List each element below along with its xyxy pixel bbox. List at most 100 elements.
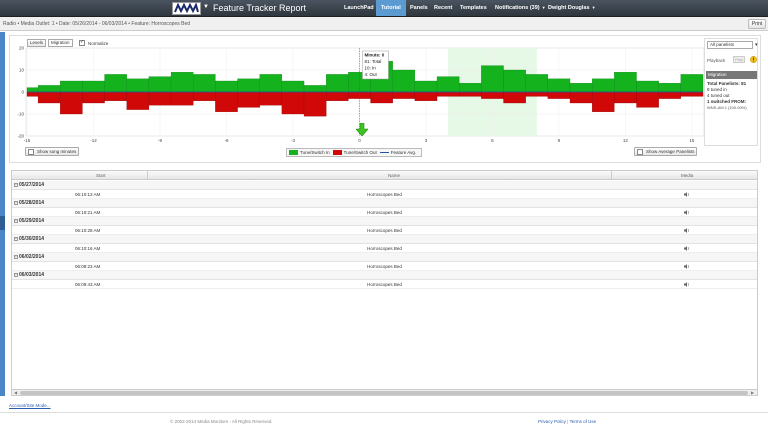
date-group-row[interactable]: −06/02/2014 xyxy=(12,253,757,262)
nav-item-notifications-39[interactable]: Notifications (39) ▼ xyxy=(490,0,551,16)
tune-out-bar[interactable] xyxy=(481,91,504,99)
tune-out-bar[interactable] xyxy=(148,91,172,106)
tune-in-bar[interactable] xyxy=(326,74,349,93)
tune-in-bar[interactable] xyxy=(37,85,61,93)
tune-in-bar[interactable] xyxy=(104,74,127,93)
tune-out-bar[interactable] xyxy=(281,91,305,115)
tune-in-bar[interactable] xyxy=(547,78,571,93)
speaker-icon[interactable] xyxy=(684,192,690,197)
collapse-toggle-icon[interactable]: − xyxy=(14,255,18,259)
date-group-row[interactable]: −06/03/2014 xyxy=(12,271,757,280)
tune-in-bar[interactable] xyxy=(237,78,260,93)
tune-out-bar[interactable] xyxy=(436,91,460,97)
tune-out-bar[interactable] xyxy=(547,91,571,99)
tune-in-bar[interactable] xyxy=(680,74,704,93)
tune-out-bar[interactable] xyxy=(370,91,393,104)
table-row[interactable]: Horroscopes Bed 06:08:23 AM xyxy=(12,262,757,271)
tune-in-bar[interactable] xyxy=(503,69,526,93)
tune-in-bar[interactable] xyxy=(592,78,615,93)
column-header-name[interactable]: Name xyxy=(388,173,400,178)
column-header-media[interactable]: Media xyxy=(681,173,693,178)
terms-of-use-link[interactable]: Terms of Use xyxy=(570,419,597,424)
date-group-row[interactable]: −05/29/2014 xyxy=(12,217,757,226)
tune-out-bar[interactable] xyxy=(348,91,371,99)
show-song-minutes-button[interactable]: Show song minutes xyxy=(25,147,80,156)
tune-out-bar[interactable] xyxy=(569,91,593,104)
select-caret-icon[interactable]: ▾ xyxy=(755,42,758,48)
show-average-panelists-button[interactable]: Show Average Panelists xyxy=(634,147,698,156)
play-button[interactable]: Play xyxy=(733,56,745,63)
speaker-icon[interactable] xyxy=(684,282,690,287)
tune-out-bar[interactable] xyxy=(392,91,416,99)
tune-out-bar[interactable] xyxy=(104,91,127,101)
date-group-row[interactable]: −05/27/2014 xyxy=(12,181,757,190)
tune-in-bar[interactable] xyxy=(170,72,194,93)
tune-in-bar[interactable] xyxy=(148,76,172,93)
tune-out-bar[interactable] xyxy=(170,91,194,106)
table-row[interactable]: Horroscopes Bed 06:10:28 AM xyxy=(12,226,757,235)
scroll-left-arrow-icon[interactable]: ◀ xyxy=(14,390,17,396)
tune-in-bar[interactable] xyxy=(215,80,238,93)
collapse-toggle-icon[interactable]: − xyxy=(14,237,18,241)
tune-in-bar[interactable] xyxy=(525,74,549,93)
collapse-toggle-icon[interactable]: − xyxy=(14,201,18,205)
tune-in-bar[interactable] xyxy=(281,80,305,93)
tune-out-bar[interactable] xyxy=(326,91,349,101)
date-group-row[interactable]: −05/28/2014 xyxy=(12,199,757,208)
nav-item-dwight-douglas[interactable]: Dwight Douglas ▼ xyxy=(543,0,601,16)
tune-out-bar[interactable] xyxy=(37,91,61,104)
tune-out-bar[interactable] xyxy=(26,91,39,97)
collapse-toggle-icon[interactable]: − xyxy=(14,273,18,277)
table-row[interactable]: Horroscopes Bed 06:10:13 AM xyxy=(12,190,757,199)
tune-out-bar[interactable] xyxy=(680,91,704,97)
collapse-toggle-icon[interactable]: − xyxy=(14,183,18,187)
tune-out-bar[interactable] xyxy=(82,91,105,104)
horizontal-scrollbar[interactable]: ◀ ▶ xyxy=(12,389,757,395)
tune-out-bar[interactable] xyxy=(658,91,681,99)
print-button[interactable]: Print xyxy=(748,19,766,29)
nav-item-launchpad[interactable]: LaunchPad xyxy=(339,0,379,16)
tune-out-bar[interactable] xyxy=(193,91,216,101)
speaker-icon[interactable] xyxy=(684,210,690,215)
warning-icon[interactable] xyxy=(750,56,757,63)
tune-in-bar[interactable] xyxy=(459,83,482,93)
tune-out-bar[interactable] xyxy=(614,91,637,104)
tune-out-bar[interactable] xyxy=(215,91,238,112)
tune-in-bar[interactable] xyxy=(82,80,105,93)
tune-out-bar[interactable] xyxy=(303,91,327,117)
tune-in-bar[interactable] xyxy=(126,78,150,93)
nav-item-templates[interactable]: Templates xyxy=(455,0,492,16)
nav-item-recent[interactable]: Recent xyxy=(429,0,457,16)
tune-out-bar[interactable] xyxy=(237,91,260,108)
tune-in-bar[interactable] xyxy=(193,74,216,93)
speaker-icon[interactable] xyxy=(684,264,690,269)
show-average-panelists-checkbox[interactable] xyxy=(637,148,643,155)
privacy-policy-link[interactable]: Privacy Policy xyxy=(538,419,566,424)
tune-in-bar[interactable] xyxy=(303,85,327,93)
media-monitors-logo[interactable] xyxy=(172,2,201,15)
tune-out-bar[interactable] xyxy=(259,91,283,106)
table-row[interactable]: Horroscopes Bed 06:10:16 AM xyxy=(12,244,757,253)
nav-item-tutorial[interactable]: Tutorial xyxy=(376,0,406,16)
account-site-mode-link[interactable]: Account/Site Mode... xyxy=(9,403,51,408)
speaker-icon[interactable] xyxy=(684,228,690,233)
logo-dropdown-caret-icon[interactable]: ▼ xyxy=(203,4,209,10)
column-divider[interactable] xyxy=(611,171,612,180)
tune-in-bar[interactable] xyxy=(636,80,659,93)
scrollbar-thumb[interactable] xyxy=(20,391,748,395)
show-song-minutes-checkbox[interactable] xyxy=(28,148,34,155)
tune-out-bar[interactable] xyxy=(525,91,549,97)
tune-out-bar[interactable] xyxy=(503,91,526,104)
tune-in-bar[interactable] xyxy=(60,80,83,93)
tune-in-bar[interactable] xyxy=(569,83,593,93)
tune-in-bar[interactable] xyxy=(259,74,283,93)
tune-out-bar[interactable] xyxy=(592,91,615,112)
column-divider[interactable] xyxy=(147,171,148,180)
left-side-tab-handle[interactable] xyxy=(0,216,5,230)
tune-out-bar[interactable] xyxy=(60,91,83,115)
table-row[interactable]: Horroscopes Bed 06:09:43 AM xyxy=(12,280,757,289)
tune-out-bar[interactable] xyxy=(636,91,659,108)
tune-out-bar[interactable] xyxy=(414,91,438,101)
tune-in-bar[interactable] xyxy=(658,83,681,93)
scroll-right-arrow-icon[interactable]: ▶ xyxy=(751,390,754,396)
